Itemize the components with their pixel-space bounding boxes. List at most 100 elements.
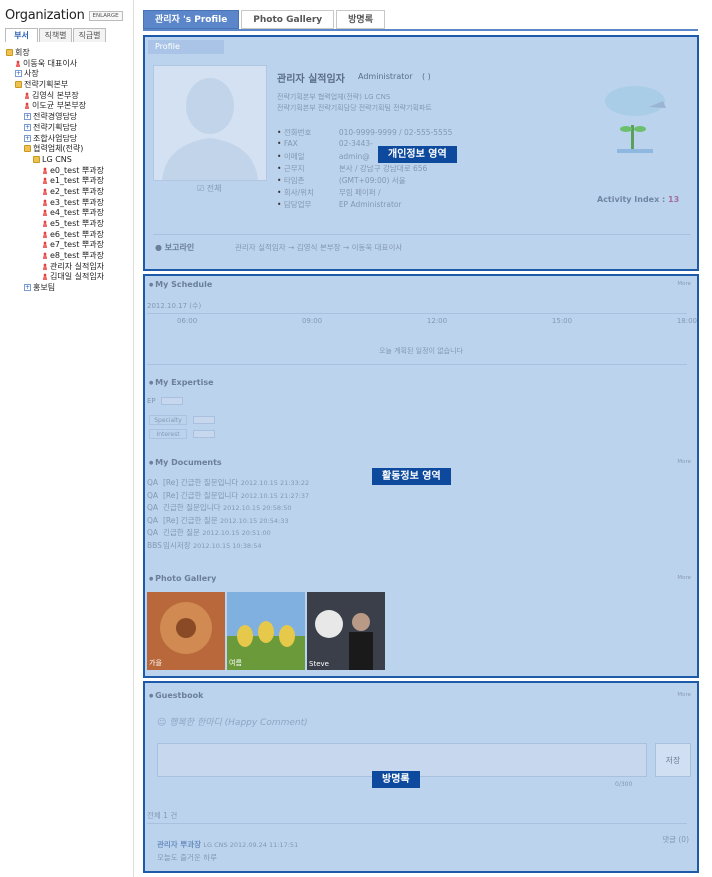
doc-date: 2012.10.15 21:27:37 bbox=[240, 491, 310, 500]
org-tree-label: 김영식 본부장 bbox=[32, 90, 79, 100]
folder-icon bbox=[33, 155, 40, 163]
keynote-photo-icon bbox=[307, 592, 385, 670]
activity-section: My Schedule More 2012.10.17 (수) 06:00 09… bbox=[143, 274, 699, 678]
person-icon bbox=[42, 262, 48, 270]
profile-subtab[interactable]: Profile bbox=[148, 40, 224, 54]
all-checkbox[interactable]: ☑ 전체 bbox=[197, 183, 221, 194]
activity-area-badge: 활동정보 영역 bbox=[372, 468, 451, 485]
org-tree-node[interactable]: e4_test 뿌과장 bbox=[6, 208, 132, 219]
save-button[interactable]: 저장 bbox=[655, 743, 691, 777]
org-tree-label: 전략경영담당 bbox=[33, 112, 78, 122]
document-row[interactable]: QA 긴급한 질문 2012.10.15 20:51:00 bbox=[147, 527, 309, 540]
org-tree-label: 홍보팀 bbox=[33, 283, 56, 293]
folder-icon bbox=[15, 81, 22, 89]
doc-title[interactable]: 긴급한 질문입니다 bbox=[163, 503, 221, 512]
doc-date: 2012.10.15 20:51:00 bbox=[202, 529, 271, 537]
enlarge-button[interactable]: ENLARGE bbox=[88, 10, 123, 21]
doc-title[interactable]: [Re] 긴급한 질문입니다 bbox=[163, 491, 238, 500]
org-tree-node[interactable]: e3_test 뿌과장 bbox=[6, 198, 132, 209]
folder-icon bbox=[24, 145, 31, 153]
expand-plus-icon[interactable]: + bbox=[24, 123, 31, 131]
org-tree-node[interactable]: + 전략경영담당 bbox=[6, 112, 132, 123]
org-tree-label: e7_test 뿌과장 bbox=[50, 240, 104, 250]
doc-date: 2012.10.15 21:33:22 bbox=[240, 479, 310, 487]
document-row[interactable]: QA 긴급한 질문입니다 2012.10.15 20:58:50 bbox=[147, 502, 309, 515]
org-tree-node[interactable]: e2_test 뿌과장 bbox=[6, 187, 132, 198]
entry-author[interactable]: 관리자 뿌과장 bbox=[157, 840, 201, 849]
org-tree-label: e0_test 뿌과장 bbox=[50, 165, 104, 175]
document-row[interactable]: BBS임시저장 2012.10.15 10:38:54 bbox=[147, 540, 309, 553]
guestbook-title: Guestbook bbox=[149, 691, 203, 700]
report-label-text: 보고라인 bbox=[164, 243, 195, 252]
schedule-more-link[interactable]: More bbox=[677, 281, 691, 287]
happy-comment: ☺ 행복한 한마디 (Happy Comment) bbox=[157, 718, 308, 728]
org-tree-node[interactable]: 김영식 본부장 bbox=[6, 91, 132, 102]
org-tree-node[interactable]: LG CNS bbox=[6, 155, 132, 166]
tz-label: 타임존 bbox=[283, 176, 305, 185]
org-tree-node[interactable]: 회장 bbox=[6, 48, 132, 59]
tab-guestbook[interactable]: 방명록 bbox=[336, 10, 385, 29]
doc-tag: QA bbox=[147, 503, 159, 512]
doc-date: 2012.10.15 10:38:54 bbox=[193, 541, 262, 550]
org-tree-node[interactable]: 김대일 실적임자 bbox=[6, 272, 132, 283]
phone-value: 010-9999-9999 / 02-555-5555 bbox=[338, 128, 453, 137]
org-tree-node[interactable]: e1_test 뿌과장 bbox=[6, 176, 132, 187]
gallery-more-link[interactable]: More bbox=[677, 575, 691, 581]
org-tree-node[interactable]: e6_test 뿌과장 bbox=[6, 230, 132, 241]
gallery-photo[interactable]: Steve bbox=[307, 592, 385, 670]
doc-tag: QA bbox=[147, 515, 159, 525]
reply-count[interactable]: 댓글 (0) bbox=[662, 834, 689, 845]
doc-title[interactable]: [Re] 긴급한 질문 bbox=[163, 516, 218, 525]
tab-photo-gallery[interactable]: Photo Gallery bbox=[241, 10, 335, 29]
org-tree-node[interactable]: e8_test 뿌과장 bbox=[6, 251, 132, 262]
doc-title[interactable]: 임시저장 bbox=[163, 541, 191, 550]
entry-meta: LG CNS 2012.09.24 11:17:51 bbox=[203, 841, 299, 849]
guestbook-entry-header: 관리자 뿌과장 LG CNS 2012.09.24 11:17:51 bbox=[157, 839, 298, 850]
documents-title: My Documents bbox=[149, 458, 222, 467]
activity-index: Activity Index : 13 bbox=[597, 195, 679, 204]
expand-plus-icon[interactable]: + bbox=[24, 113, 31, 121]
org-tree-node[interactable]: 전략기획본부 bbox=[6, 80, 132, 91]
avatar-silhouette-icon bbox=[162, 78, 258, 180]
expand-plus-icon[interactable]: + bbox=[24, 284, 31, 292]
expertise-title: My Expertise bbox=[149, 378, 213, 387]
org-tree-label: 조합사업담당 bbox=[33, 133, 78, 143]
org-tree-label: 관리자 실적임자 bbox=[50, 261, 105, 271]
interest-tag bbox=[193, 430, 215, 438]
tab-profile[interactable]: 관리자 's Profile bbox=[143, 10, 240, 29]
gallery-photo[interactable]: 여름 bbox=[227, 592, 305, 670]
org-tree-node[interactable]: 이동욱 대표이사 bbox=[6, 59, 132, 70]
info-row: • 전화번호 010-9999-9999 / 02-555-5555 bbox=[277, 128, 453, 137]
org-tree-node[interactable]: e7_test 뿌과장 bbox=[6, 240, 132, 251]
doc-title[interactable]: 긴급한 질문 bbox=[163, 528, 200, 537]
expand-plus-icon[interactable]: + bbox=[24, 134, 31, 142]
email-value[interactable]: admin@ bbox=[339, 152, 370, 161]
gallery-photo[interactable]: 가을 bbox=[147, 592, 225, 670]
org-tree-node[interactable]: + 사장 bbox=[6, 69, 132, 80]
doc-tag: QA bbox=[147, 478, 159, 487]
org-tree-node[interactable]: e5_test 뿌과장 bbox=[6, 219, 132, 230]
org-tree-node[interactable]: 이도균 부본부장 bbox=[6, 101, 132, 112]
expand-plus-icon[interactable]: + bbox=[15, 70, 22, 78]
interest-label: Interest bbox=[149, 429, 187, 439]
tab-rank[interactable]: 직급별 bbox=[73, 28, 106, 42]
org-tree-node[interactable]: + 전략기획담당 bbox=[6, 123, 132, 134]
org-tree-node[interactable]: 관리자 실적임자 bbox=[6, 262, 132, 273]
person-icon bbox=[42, 252, 48, 260]
document-row[interactable]: QA [Re] 긴급한 질문 2012.10.15 20:54:33 bbox=[147, 515, 309, 528]
gallery-title: Photo Gallery bbox=[149, 574, 216, 583]
org-tree-node[interactable]: e0_test 뿌과장 bbox=[6, 166, 132, 177]
tab-underline bbox=[143, 29, 698, 31]
tab-position[interactable]: 직책별 bbox=[39, 28, 72, 42]
document-row[interactable]: QA [Re] 긴급한 질문입니다 2012.10.15 21:27:37 bbox=[147, 490, 309, 503]
tz-value: (GMT+09:00) 서울 bbox=[338, 176, 406, 185]
org-tree-node[interactable]: + 조합사업담당 bbox=[6, 134, 132, 145]
hour-label: 18:00 bbox=[676, 317, 697, 325]
guestbook-more-link[interactable]: More bbox=[677, 692, 691, 698]
org-tree-node[interactable]: 협력업체(전략) bbox=[6, 144, 132, 155]
doc-title[interactable]: [Re] 긴급한 질문입니다 bbox=[163, 478, 238, 487]
documents-more-link[interactable]: More bbox=[677, 459, 691, 465]
org-tree-node[interactable]: + 홍보팀 bbox=[6, 283, 132, 294]
tab-department[interactable]: 부서 bbox=[5, 28, 38, 42]
document-row[interactable]: QA [Re] 긴급한 질문입니다 2012.10.15 21:33:22 bbox=[147, 477, 309, 490]
